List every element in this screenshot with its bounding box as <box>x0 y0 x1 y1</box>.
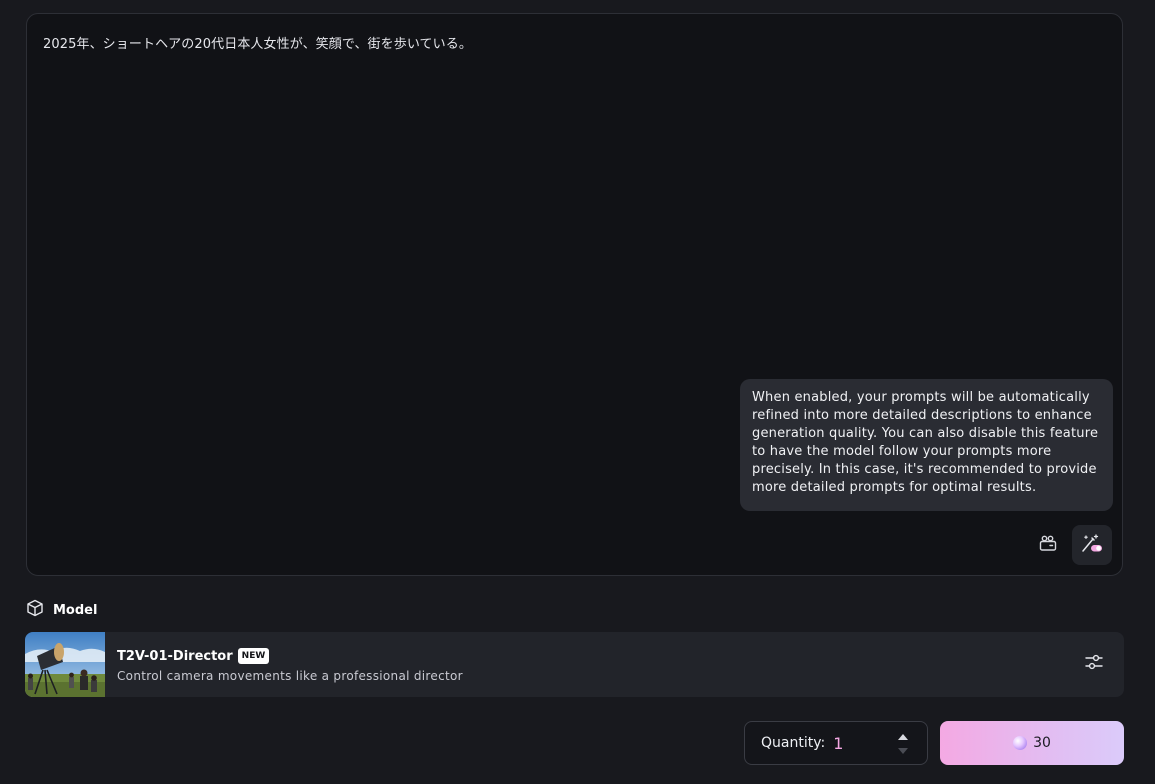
quantity-stepper[interactable]: Quantity: 1 <box>744 721 928 765</box>
model-name: T2V-01-Director <box>117 648 233 664</box>
prompt-enhance-tooltip: When enabled, your prompts will be autom… <box>740 379 1113 511</box>
model-description: Control camera movements like a professi… <box>117 669 463 683</box>
decrement-arrow-icon[interactable] <box>898 748 908 754</box>
prompt-enhance-button[interactable] <box>1072 525 1112 565</box>
new-badge: NEW <box>237 648 270 664</box>
model-selector[interactable]: T2V-01-Director NEW Control camera movem… <box>25 632 1124 697</box>
quantity-arrows <box>897 730 909 758</box>
model-settings-button[interactable] <box>1081 649 1107 679</box>
cube-icon <box>26 599 44 621</box>
credit-orb-icon <box>1013 736 1028 750</box>
prompt-enhance-icon <box>1081 533 1103 557</box>
quantity-label: Quantity: <box>761 735 826 751</box>
generate-button[interactable]: 30 <box>940 721 1124 765</box>
model-section-title: Model <box>53 602 98 618</box>
prompt-editor[interactable]: 2025年、ショートヘアの20代日本人女性が、笑顔で、街を歩いている。 When… <box>26 13 1123 576</box>
tooltip-text: When enabled, your prompts will be autom… <box>752 390 1099 495</box>
quantity-value[interactable]: 1 <box>833 734 843 753</box>
prompt-text[interactable]: 2025年、ショートヘアの20代日本人女性が、笑顔で、街を歩いている。 <box>43 36 1106 54</box>
increment-arrow-icon[interactable] <box>898 734 908 740</box>
model-name-row: T2V-01-Director NEW <box>117 648 270 664</box>
model-thumbnail <box>25 632 105 697</box>
camera-movement-button[interactable] <box>1028 525 1068 565</box>
generate-cost: 30 <box>1033 735 1051 751</box>
model-section-header: Model <box>26 599 97 621</box>
sliders-icon <box>1084 653 1104 675</box>
camera-icon <box>1039 534 1057 556</box>
